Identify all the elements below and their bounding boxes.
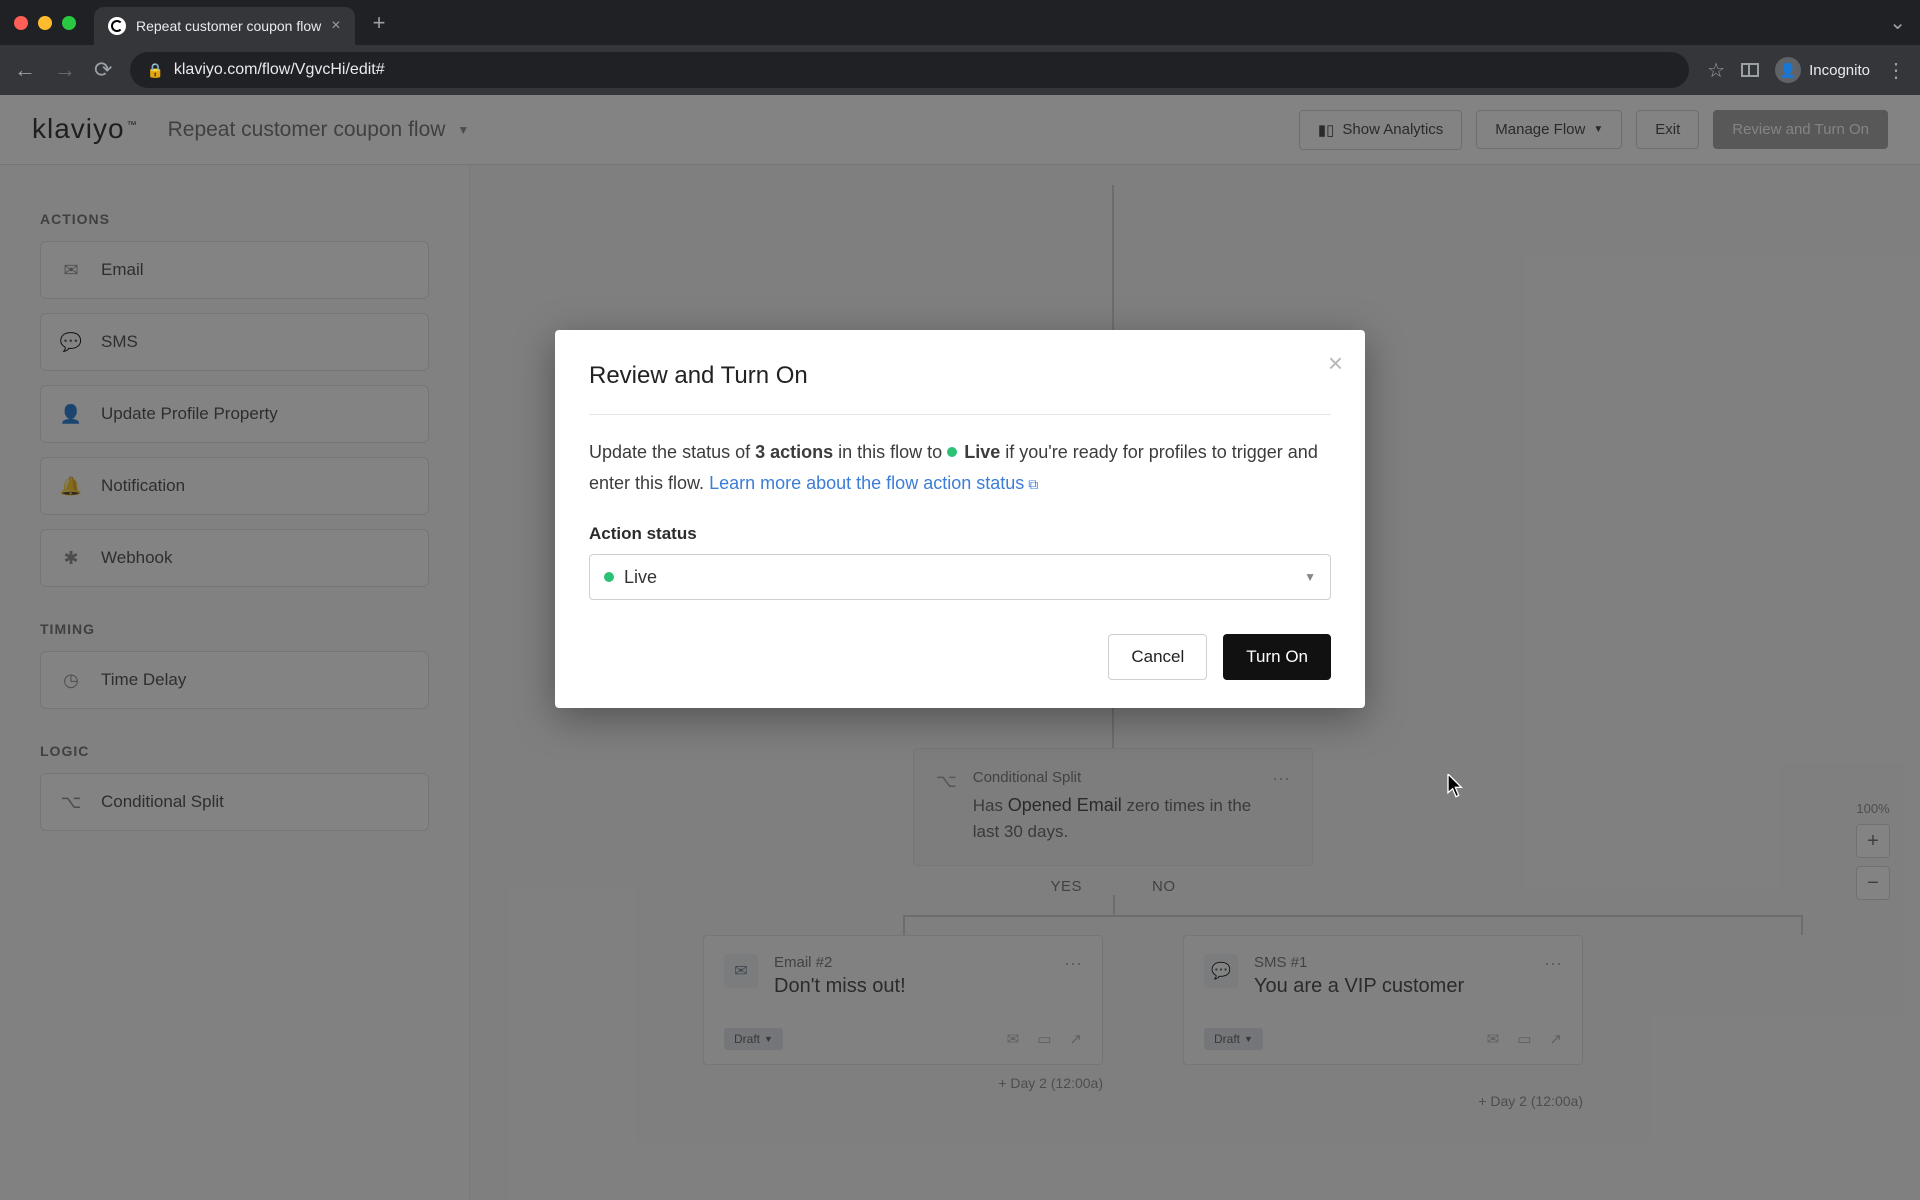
minimize-window-icon[interactable] [38,16,52,30]
action-status-label: Action status [589,524,1331,544]
modal-actions: Cancel Turn On [589,634,1331,680]
kebab-menu-icon[interactable]: ⋮ [1886,58,1906,83]
tab-title: Repeat customer coupon flow [136,18,321,34]
cancel-button[interactable]: Cancel [1108,634,1207,680]
incognito-badge[interactable]: 👤 Incognito [1775,57,1870,83]
learn-more-link[interactable]: Learn more about the flow action status⧉ [709,473,1038,493]
external-link-icon: ⧉ [1028,476,1038,492]
status-dot-icon [604,572,614,582]
app-viewport: klaviyo™ Repeat customer coupon flow ▼ ▮… [0,95,1920,1200]
browser-tab[interactable]: Repeat customer coupon flow × [94,7,355,45]
action-status-select[interactable]: Live ▼ [589,554,1331,600]
browser-chrome: Repeat customer coupon flow × + ⌄ ← → ⟳ … [0,0,1920,95]
url-text: klaviyo.com/flow/VgvcHi/edit# [174,61,385,79]
turn-on-button[interactable]: Turn On [1223,634,1331,680]
close-window-icon[interactable] [14,16,28,30]
tab-favicon-icon [108,17,126,35]
window-controls [14,16,76,30]
forward-button[interactable]: → [54,57,76,83]
new-tab-button[interactable]: + [373,10,386,36]
modal-title: Review and Turn On [589,362,1331,390]
live-dot-icon [947,447,957,457]
incognito-icon: 👤 [1775,57,1801,83]
tab-close-icon[interactable]: × [331,17,340,35]
lock-icon: 🔒 [146,62,163,79]
bookmark-icon[interactable]: ☆ [1707,58,1725,83]
maximize-window-icon[interactable] [62,16,76,30]
panel-icon[interactable] [1741,63,1759,77]
select-value: Live [624,567,657,588]
reload-button[interactable]: ⟳ [94,57,112,83]
incognito-label: Incognito [1809,62,1870,79]
modal-close-icon[interactable]: × [1328,348,1343,379]
address-bar: ← → ⟳ 🔒 klaviyo.com/flow/VgvcHi/edit# ☆ … [0,45,1920,95]
url-input[interactable]: 🔒 klaviyo.com/flow/VgvcHi/edit# [130,52,1689,88]
caret-down-icon: ▼ [1304,570,1316,584]
titlebar: Repeat customer coupon flow × + ⌄ [0,0,1920,45]
back-button[interactable]: ← [14,57,36,83]
divider [589,414,1331,415]
review-modal: × Review and Turn On Update the status o… [555,330,1365,708]
chevron-down-icon[interactable]: ⌄ [1889,10,1906,35]
modal-body: Update the status of 3 actions in this f… [589,437,1331,498]
toolbar-right: ☆ 👤 Incognito ⋮ [1707,57,1906,83]
